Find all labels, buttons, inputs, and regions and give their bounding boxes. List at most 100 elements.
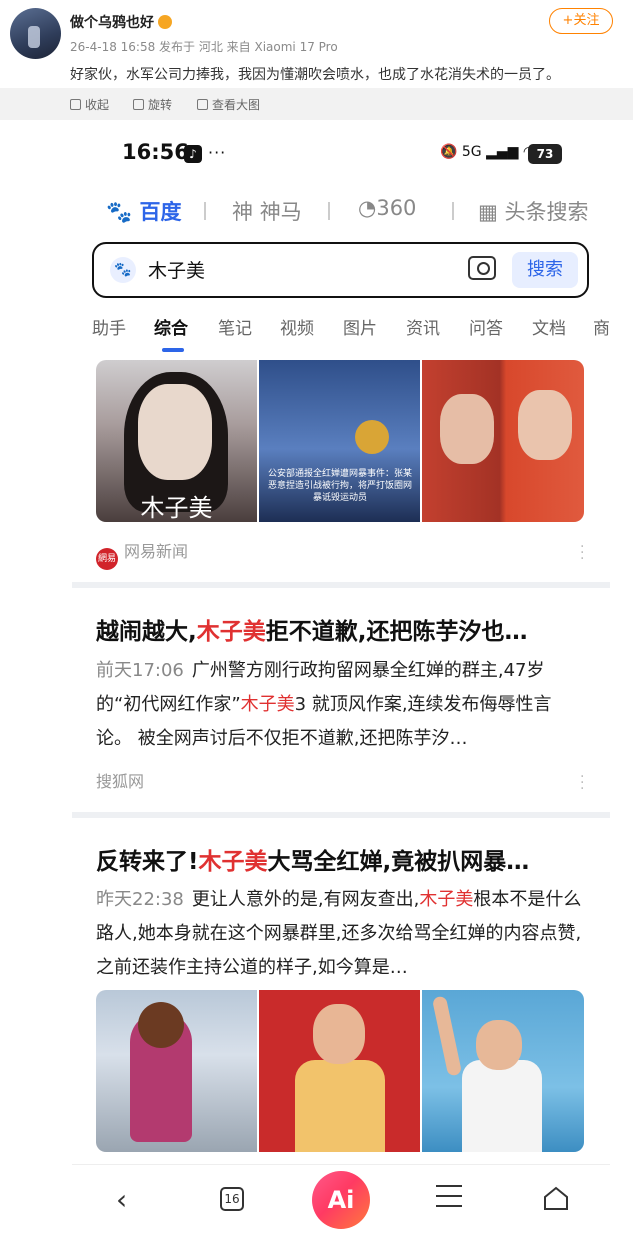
view-large-button[interactable]: 查看大图 [197, 96, 260, 113]
result3-image-athlete [259, 990, 420, 1152]
result1-source[interactable]: 網易 网易新闻 [96, 538, 188, 570]
tab-notes[interactable]: 笔记 [218, 314, 252, 339]
tabs-count-button[interactable]: 16 [220, 1187, 244, 1211]
athlete-face [518, 390, 572, 460]
more-options-icon[interactable]: · · · [580, 540, 584, 566]
result2-date: 前天17:06 [96, 660, 184, 681]
photo-head [476, 1020, 522, 1070]
photo-arm [431, 995, 463, 1077]
search-button[interactable]: 搜索 [512, 252, 578, 288]
result2-title-highlight: 木子美 [196, 619, 266, 645]
home-icon[interactable] [542, 1185, 570, 1211]
netease-logo-icon: 網易 [96, 548, 118, 570]
result1-image-athletes [422, 360, 584, 522]
tab-docs[interactable]: 文档 [532, 314, 566, 339]
result2-source[interactable]: 搜狐网 [96, 768, 144, 792]
status-time: 16:56 [122, 140, 189, 164]
photo-figure [462, 1060, 542, 1152]
engine-shenma-label: 神马 [259, 200, 302, 224]
result3-date: 昨天22:38 [96, 889, 184, 910]
engine-divider [452, 202, 454, 220]
post-meta: 26-4-18 16:58 发布于 河北 来自 Xiaomi 17 Pro [70, 40, 338, 54]
result2-title-pre: 越闹越大, [96, 619, 197, 645]
result3-image-waving [422, 990, 584, 1152]
tab-indicator [162, 348, 184, 352]
tiktok-icon: ♪ [184, 145, 202, 163]
image-actions-bar: 收起 旋转 查看大图 [0, 88, 633, 120]
search-input[interactable] [148, 254, 448, 284]
result2-title[interactable]: 越闹越大,木子美拒不道歉,还把陈芋汐也… [96, 612, 586, 646]
photo-head [138, 1002, 184, 1048]
tab-shop[interactable]: 商 [593, 314, 610, 339]
post-text: 好家伙，水军公司力捧我，我因为懂潮吹会喷水，也成了水花消失术的一员了。 [70, 67, 560, 83]
baidu-paw-icon: 🐾 [110, 257, 136, 283]
tab-images[interactable]: 图片 [343, 314, 377, 339]
view-large-icon [197, 99, 208, 110]
tab-video[interactable]: 视频 [280, 314, 314, 339]
camera-icon[interactable] [468, 256, 496, 280]
result-divider [72, 582, 610, 588]
result2-snippet: 前天17:06 广州警方刚行政拘留网暴全红婵的群主,47岁的“初代网红作家”木子美… [96, 654, 586, 756]
avatar-figure [28, 26, 40, 48]
avatar[interactable] [10, 8, 61, 59]
result3-snippet-pre: 更让人意外的是,有网友查出, [191, 889, 420, 910]
image-overlay-text: 公安部通报全红婵遭网暴事件：张某恶意捏造引战被行拘，将严打饭圈网暴诋毁运动员 [267, 469, 412, 503]
engine-baidu-label: 百度 [139, 200, 182, 224]
result1-image-medal: 公安部通报全红婵遭网暴事件：张某恶意捏造引战被行拘，将严打饭圈网暴诋毁运动员 [259, 360, 420, 522]
username-text[interactable]: 做个乌鸦也好 [70, 15, 154, 31]
result3-snippet: 昨天22:38 更让人意外的是,有网友查出,木子美根本不是什么路人,她本身就在这个… [96, 883, 586, 985]
tab-assistant[interactable]: 助手 [92, 314, 126, 339]
view-large-label: 查看大图 [212, 98, 261, 112]
follow-button[interactable]: +关注 [549, 8, 613, 34]
tab-qa[interactable]: 问答 [469, 314, 503, 339]
portrait-face [138, 384, 212, 480]
result1-image-portrait: 木子美 [96, 360, 257, 522]
result-divider [72, 812, 610, 818]
engine-baidu[interactable]: 🐾 百度 [106, 196, 181, 226]
collapse-button[interactable]: 收起 [70, 96, 109, 113]
result3-snippet-highlight: 木子美 [419, 889, 474, 910]
tab-news[interactable]: 资讯 [406, 314, 440, 339]
more-dots-icon: ··· [208, 143, 227, 162]
engine-shenma[interactable]: 神 神马 [232, 196, 302, 226]
rotate-label: 旋转 [148, 98, 173, 112]
engine-360-label: 360 [376, 196, 417, 220]
result3-title-pre: 反转来了! [96, 849, 199, 875]
result3-title-highlight: 木子美 [198, 849, 268, 875]
photo-figure [295, 1060, 385, 1152]
collapse-label: 收起 [85, 98, 110, 112]
tab-overall[interactable]: 综合 [154, 314, 188, 339]
result2-title-post: 拒不道歉,还把陈芋汐也… [265, 619, 528, 645]
search-engine-bar: 🐾 百度 神 神马 ◔360 ▦ 头条搜索 [72, 196, 610, 228]
status-bar: 16:56 ♪ ··· 🔕 5G ▂▄▆ ◠ 73 [72, 140, 610, 170]
result1-source-label: 网易新闻 [124, 542, 189, 561]
engine-divider [328, 202, 330, 220]
result3-title-post: 大骂全红婵,竟被扒网暴… [267, 849, 530, 875]
bottom-navbar: ‹ 16 Ai [72, 1164, 610, 1246]
network-icons: 🔕 5G ▂▄▆ ◠ [440, 144, 536, 160]
phone-screenshot: 16:56 ♪ ··· 🔕 5G ▂▄▆ ◠ 73 🐾 百度 神 神马 ◔360… [72, 120, 610, 1246]
result3-images[interactable] [96, 990, 584, 1152]
result-tabs: 助手 综合 笔记 视频 图片 资讯 问答 文档 商 [72, 314, 610, 354]
result1-images[interactable]: 木子美 公安部通报全红婵遭网暴事件：张某恶意捏造引战被行拘，将严打饭圈网暴诋毁运… [96, 360, 584, 522]
result3-image-woman [96, 990, 257, 1152]
result2-snippet-highlight: 木子美 [240, 694, 295, 715]
result3-title[interactable]: 反转来了!木子美大骂全红婵,竟被扒网暴… [96, 842, 586, 876]
menu-icon[interactable] [436, 1185, 462, 1207]
collapse-icon [70, 99, 81, 110]
back-icon[interactable]: ‹ [116, 1183, 127, 1216]
engine-toutiao[interactable]: ▦ 头条搜索 [478, 196, 589, 226]
battery-indicator: 73 [528, 144, 562, 164]
engine-360[interactable]: ◔360 [358, 196, 416, 220]
image-caption: 木子美 [140, 494, 213, 522]
athlete-face [440, 394, 494, 464]
more-options-icon[interactable]: · · · [580, 770, 584, 796]
photo-head [313, 1004, 365, 1064]
username[interactable]: 做个乌鸦也好 [70, 12, 172, 32]
engine-toutiao-label: 头条搜索 [504, 200, 589, 224]
ai-button[interactable]: Ai [312, 1171, 370, 1229]
rotate-button[interactable]: 旋转 [133, 96, 172, 113]
post-header: 做个乌鸦也好 26-4-18 16:58 发布于 河北 来自 Xiaomi 17… [0, 0, 633, 90]
rotate-icon [133, 99, 144, 110]
vip-badge-icon [158, 15, 172, 29]
